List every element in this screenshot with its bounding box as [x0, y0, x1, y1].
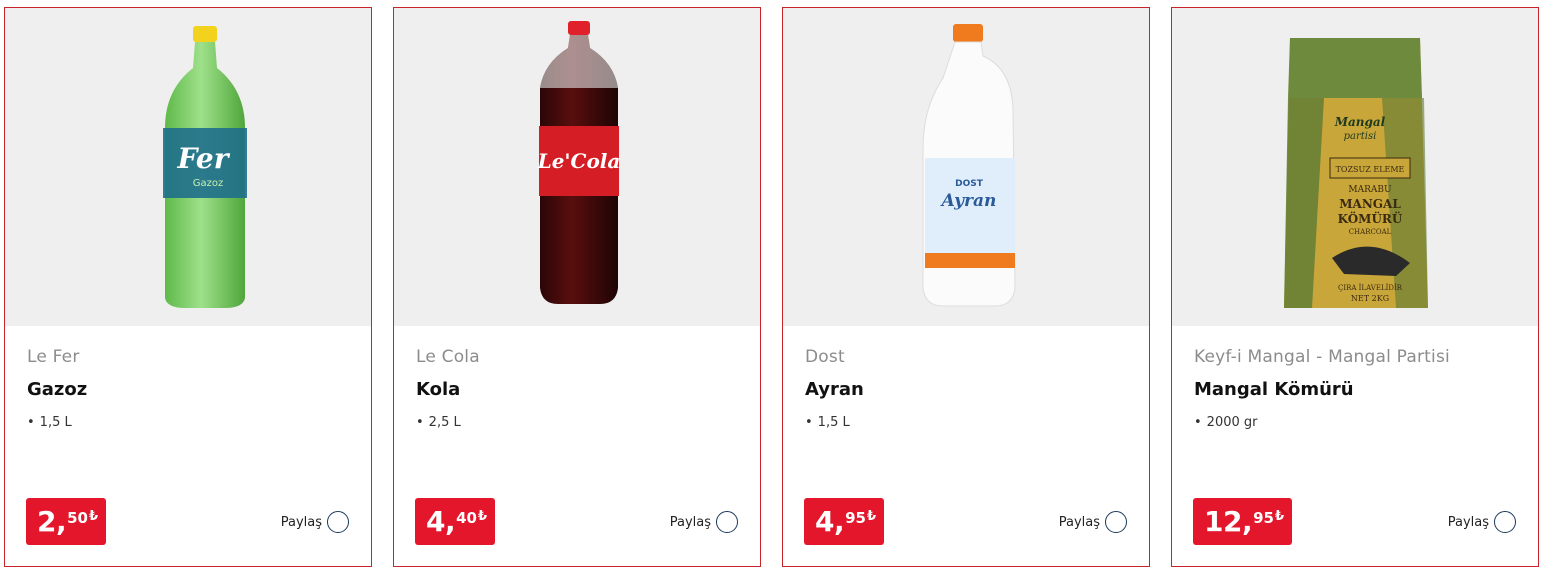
currency-symbol: ₺ [867, 509, 877, 524]
price-integer: 4, [815, 505, 845, 538]
svg-text:DOST: DOST [955, 179, 984, 189]
price-integer: 2, [37, 505, 67, 538]
product-spec: • 1,5 L [27, 415, 72, 430]
svg-text:TOZSUZ ELEME: TOZSUZ ELEME [1336, 165, 1405, 174]
ayran-bottle-icon: DOST Ayran [922, 24, 1016, 307]
svg-text:Fer: Fer [177, 142, 231, 175]
svg-text:ÇIRA İLAVELİDİR: ÇIRA İLAVELİDİR [1338, 283, 1403, 292]
price-badge: 2, 50 ₺ [26, 498, 107, 545]
product-brand: Keyf-i Mangal - Mangal Partisi [1194, 347, 1450, 367]
price-integer: 12, [1204, 505, 1253, 538]
product-brand: Dost [805, 347, 845, 367]
product-card[interactable]: Le'Cola Le Cola Kola • 2,5 L 4, 40 ₺ Payl… [393, 7, 761, 567]
spec-value: 2000 gr [1206, 415, 1258, 430]
share-circle-icon[interactable] [1105, 511, 1127, 533]
svg-text:CHARCOAL: CHARCOAL [1349, 228, 1392, 236]
currency-symbol: ₺ [1274, 509, 1285, 524]
price-decimal: 95 [845, 509, 866, 527]
svg-text:Ayran: Ayran [940, 191, 997, 211]
product-brand: Le Cola [416, 347, 480, 367]
product-name[interactable]: Ayran [805, 379, 864, 400]
product-image[interactable]: DOST Ayran [783, 8, 1149, 326]
price-badge: 4, 40 ₺ [415, 498, 496, 545]
bullet-icon: • [27, 415, 35, 430]
share-label: Paylaş [1447, 514, 1489, 530]
svg-text:Mangal: Mangal [1334, 115, 1386, 129]
share-circle-icon[interactable] [327, 511, 349, 533]
product-card[interactable]: Fer Gazoz Le Fer Gazoz • 1,5 L 2, 50 ₺ Pa… [4, 7, 372, 567]
share-button[interactable]: Paylaş [1448, 511, 1516, 533]
share-button[interactable]: Paylaş [281, 511, 349, 533]
spec-value: 2,5 L [428, 415, 461, 430]
share-circle-icon[interactable] [716, 511, 738, 533]
svg-text:partisi: partisi [1344, 131, 1377, 142]
price-badge: 12, 95 ₺ [1193, 498, 1293, 545]
product-name[interactable]: Gazoz [27, 379, 87, 400]
bullet-icon: • [416, 415, 424, 430]
product-spec: • 1,5 L [805, 415, 850, 430]
price-decimal: 40 [456, 509, 477, 527]
price-badge: 4, 95 ₺ [804, 498, 885, 545]
product-name[interactable]: Mangal Kömürü [1194, 379, 1354, 400]
product-image[interactable]: Fer Gazoz [5, 8, 371, 326]
product-card[interactable]: DOST Ayran Dost Ayran • 1,5 L 4, 95 ₺ Pay… [782, 7, 1150, 567]
bullet-icon: • [1194, 415, 1202, 430]
price-decimal: 50 [67, 509, 88, 527]
price-integer: 4, [426, 505, 456, 538]
product-brand: Le Fer [27, 347, 80, 367]
share-label: Paylaş [1058, 514, 1100, 530]
share-label: Paylaş [669, 514, 711, 530]
spec-value: 1,5 L [39, 415, 72, 430]
svg-text:Gazoz: Gazoz [193, 178, 224, 189]
product-image[interactable]: Mangal partisi TOZSUZ ELEME MARABU MANGA… [1172, 8, 1538, 326]
bullet-icon: • [805, 415, 813, 430]
cola-bottle-icon: Le'Cola [537, 21, 621, 304]
svg-text:MARABU: MARABU [1348, 185, 1392, 195]
green-soda-bottle-icon: Fer Gazoz [163, 26, 247, 308]
svg-text:MANGAL: MANGAL [1339, 197, 1401, 211]
price-decimal: 95 [1253, 509, 1274, 527]
svg-text:Le'Cola: Le'Cola [537, 149, 621, 173]
currency-symbol: ₺ [478, 509, 488, 524]
share-label: Paylaş [280, 514, 322, 530]
spec-value: 1,5 L [817, 415, 850, 430]
product-card[interactable]: Mangal partisi TOZSUZ ELEME MARABU MANGA… [1171, 7, 1539, 567]
share-button[interactable]: Paylaş [670, 511, 738, 533]
product-name[interactable]: Kola [416, 379, 460, 400]
share-circle-icon[interactable] [1494, 511, 1516, 533]
charcoal-bag-icon: Mangal partisi TOZSUZ ELEME MARABU MANGA… [1284, 38, 1428, 308]
svg-text:NET 2KG: NET 2KG [1351, 294, 1389, 303]
share-button[interactable]: Paylaş [1059, 511, 1127, 533]
svg-text:KÖMÜRÜ: KÖMÜRÜ [1338, 210, 1403, 226]
product-spec: • 2,5 L [416, 415, 461, 430]
product-image[interactable]: Le'Cola [394, 8, 760, 326]
product-spec: • 2000 gr [1194, 415, 1258, 430]
currency-symbol: ₺ [89, 509, 99, 524]
